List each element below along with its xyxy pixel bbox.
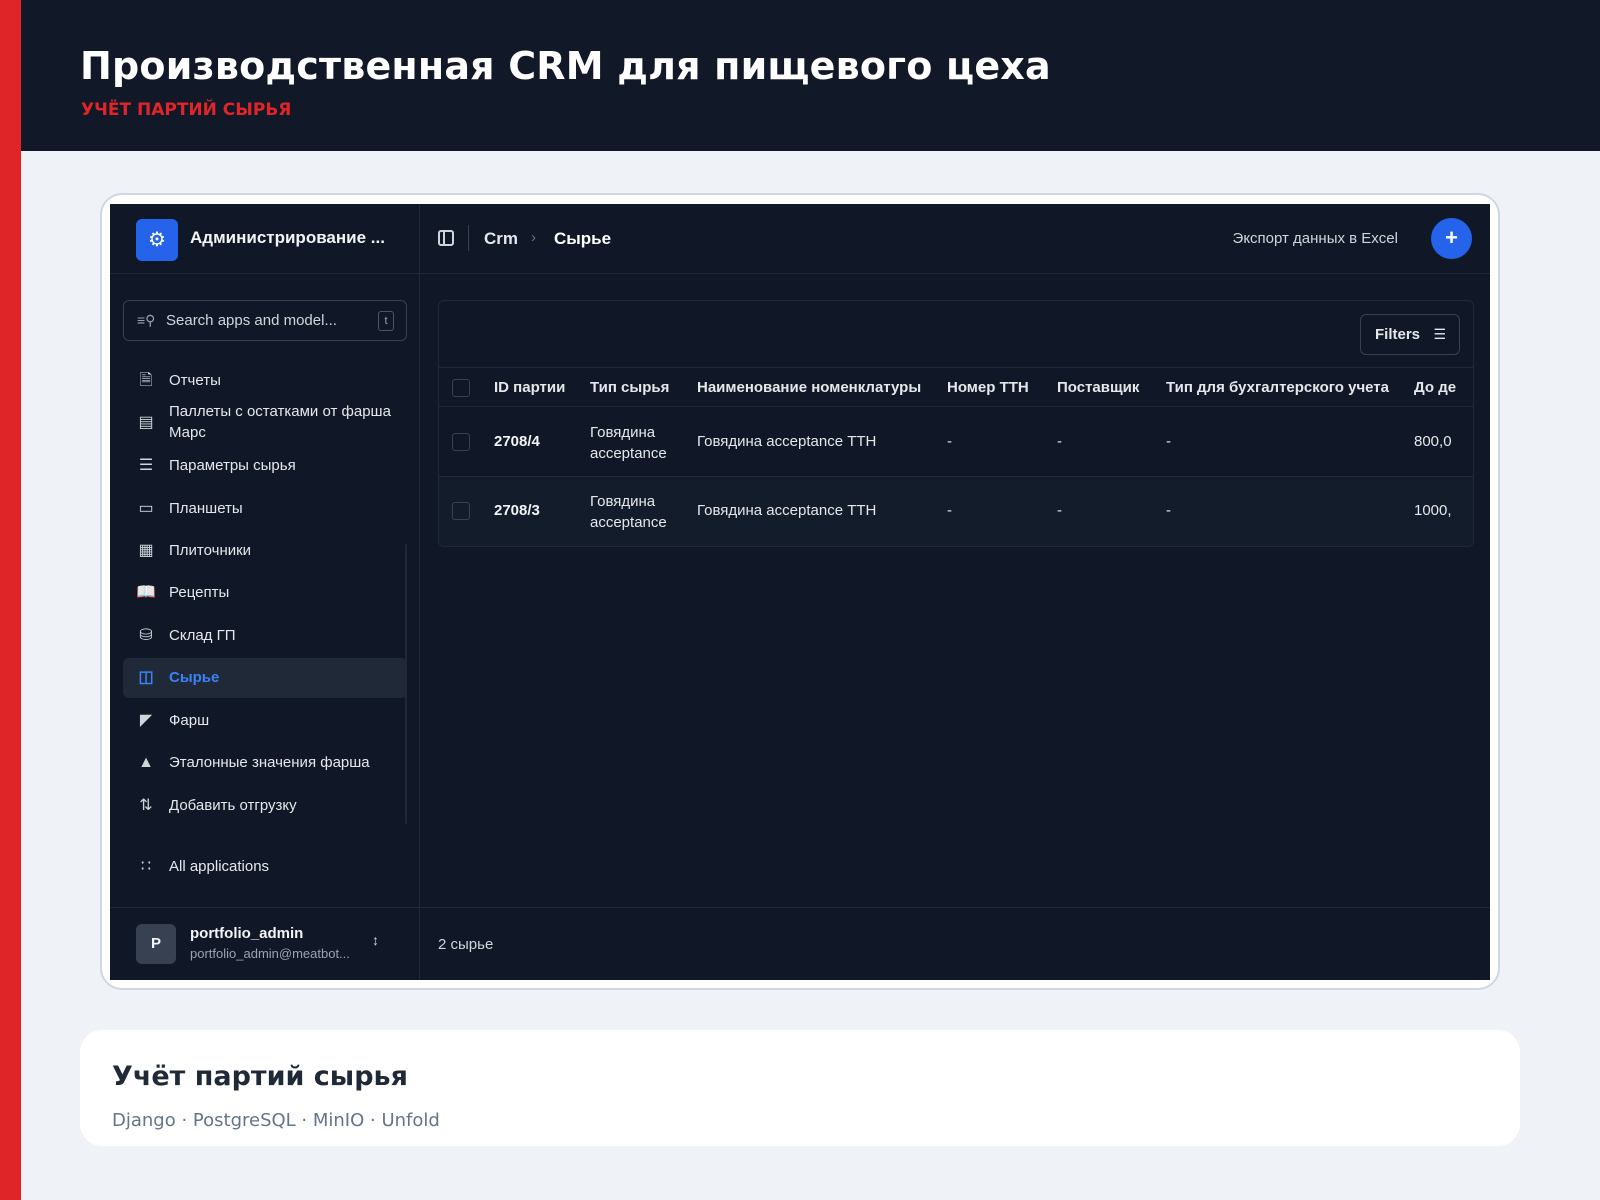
sidebar-item-all-applications[interactable]: ∷ All applications bbox=[123, 847, 407, 887]
brand-name: Администрирование ... bbox=[190, 228, 385, 247]
ttn-cell: - bbox=[947, 502, 952, 519]
sidebar-item-label: Фарш bbox=[169, 712, 210, 729]
select-all-checkbox[interactable] bbox=[452, 379, 470, 397]
grid-icon: ▦ bbox=[138, 542, 154, 559]
sidebar-toggle-icon[interactable] bbox=[438, 230, 454, 246]
breadcrumb-crm[interactable]: Crm bbox=[484, 229, 518, 249]
book-icon: 📖 bbox=[136, 584, 156, 601]
page-subtitle: УЧЁТ ПАРТИЙ СЫРЬЯ bbox=[81, 100, 292, 120]
sidebar-item-label: Рецепты bbox=[169, 584, 230, 601]
row-checkbox[interactable] bbox=[452, 502, 470, 520]
gear-icon: ⚙ bbox=[136, 219, 178, 261]
sidebar-item-raw-params[interactable]: ☰ Параметры сырья bbox=[123, 446, 407, 486]
user-email: portfolio_admin@meatbot... bbox=[190, 946, 350, 961]
column-header[interactable]: Номер ТТН bbox=[947, 379, 1029, 396]
sidebar-item-label: Паллеты с остатками от фарша Марс bbox=[169, 403, 391, 441]
pallet-icon: ▤ bbox=[138, 414, 154, 431]
sidebar-item-mince[interactable]: ◤ Фарш bbox=[123, 701, 407, 741]
accent-bar bbox=[0, 0, 21, 1200]
accounting-type-cell: - bbox=[1166, 433, 1171, 450]
chevron-up-down-icon: ↕ bbox=[372, 932, 379, 948]
sidebar-item-reports[interactable]: 🗎 Отчеты bbox=[123, 361, 407, 401]
sidebar: ⚙ Администрирование ... ≡⚲ Search apps a… bbox=[110, 204, 420, 980]
tablet-icon: ▭ bbox=[138, 500, 154, 517]
results-card: Filters ☰ ID партии Тип сырья Наименован… bbox=[438, 300, 1474, 547]
avatar: P bbox=[136, 924, 176, 964]
sidebar-scrollbar[interactable] bbox=[405, 544, 407, 824]
caption-title: Учёт партий сырья bbox=[112, 1061, 408, 1092]
search-icon: ≡⚲ bbox=[137, 312, 156, 328]
document-icon: 🗎 bbox=[139, 372, 153, 389]
add-button[interactable]: + bbox=[1431, 218, 1472, 259]
filters-label: Filters bbox=[1375, 326, 1421, 343]
sidebar-item-label: All applications bbox=[169, 858, 270, 875]
caption-card: Учёт партий сырья Django · PostgreSQL · … bbox=[80, 1030, 1520, 1146]
table-header: ID партии Тип сырья Наименование номенкл… bbox=[439, 367, 1473, 407]
page-title: Производственная CRM для пищевого цеха bbox=[80, 44, 1051, 88]
factory-icon: ◤ bbox=[139, 712, 153, 729]
sidebar-item-tilers[interactable]: ▦ Плиточники bbox=[123, 531, 407, 571]
sidebar-item-label: Сырье bbox=[169, 669, 220, 686]
table-row[interactable]: 2708/4 Говядина acceptance Говядина acce… bbox=[439, 408, 1473, 477]
topbar: Crm › Сырье Экспорт данных в Excel + bbox=[420, 204, 1490, 274]
results-footer: 2 сырье bbox=[420, 907, 1490, 980]
column-header[interactable]: Тип для бухгалтерского учета bbox=[1166, 379, 1389, 396]
sidebar-item-pallets[interactable]: ▤ Паллеты с остатками от фарша Марс bbox=[123, 401, 407, 445]
supplier-cell: - bbox=[1057, 433, 1062, 450]
chevron-right-icon: › bbox=[531, 229, 536, 246]
search-placeholder: Search apps and model... bbox=[166, 312, 337, 329]
extra-cell: 1000, bbox=[1414, 502, 1452, 519]
filters-button[interactable]: Filters ☰ bbox=[1360, 314, 1460, 355]
nomenclature-cell: Говядина acceptance ТТН bbox=[697, 433, 877, 450]
brand[interactable]: ⚙ Администрирование ... bbox=[110, 204, 420, 274]
accounting-type-cell: - bbox=[1166, 502, 1171, 519]
apps-grid-icon: ∷ bbox=[140, 858, 152, 875]
admin-app-window: ⚙ Администрирование ... ≡⚲ Search apps a… bbox=[110, 204, 1490, 980]
sidebar-item-label: Плиточники bbox=[169, 542, 252, 559]
extra-cell: 800,0 bbox=[1414, 433, 1452, 450]
tech-stack: Django · PostgreSQL · MinIO · Unfold bbox=[112, 1110, 440, 1131]
sidebar-item-warehouse[interactable]: ⛁ Склад ГП bbox=[123, 616, 407, 656]
sidebar-item-tablets[interactable]: ▭ Планшеты bbox=[123, 489, 407, 529]
row-checkbox[interactable] bbox=[452, 433, 470, 451]
table-row[interactable]: 2708/3 Говядина acceptance Говядина acce… bbox=[439, 477, 1473, 546]
column-header[interactable]: Наименование номенклатуры bbox=[697, 379, 921, 396]
sidebar-item-reference-values[interactable]: ▲ Эталонные значения фарша bbox=[123, 743, 407, 783]
batch-id-link[interactable]: 2708/4 bbox=[494, 433, 540, 450]
sidebar-item-label: Добавить отгрузку bbox=[169, 797, 297, 814]
batch-id-link[interactable]: 2708/3 bbox=[494, 502, 540, 519]
user-menu[interactable]: P portfolio_admin portfolio_admin@meatbo… bbox=[110, 907, 420, 980]
database-icon: ⛁ bbox=[139, 627, 153, 644]
results-count: 2 сырье bbox=[438, 936, 494, 953]
sidebar-item-label: Эталонные значения фарша bbox=[169, 754, 370, 771]
column-header[interactable]: До де bbox=[1414, 379, 1456, 396]
search-shortcut-key: t bbox=[378, 311, 394, 331]
column-header[interactable]: Тип сырья bbox=[590, 379, 669, 396]
sidebar-item-label: Склад ГП bbox=[169, 627, 236, 644]
sidebar-item-raw[interactable]: ◫ Сырье bbox=[123, 658, 407, 698]
column-header[interactable]: Поставщик bbox=[1057, 379, 1139, 396]
page-header: Производственная CRM для пищевого цеха У… bbox=[21, 0, 1600, 151]
archive-icon: ◫ bbox=[138, 669, 154, 686]
breadcrumb-current: Сырье bbox=[554, 229, 612, 248]
search-input[interactable]: ≡⚲ Search apps and model... t bbox=[123, 300, 407, 341]
column-header[interactable]: ID партии bbox=[494, 379, 565, 396]
filter-icon: ☰ bbox=[1433, 326, 1446, 342]
sort-icon: ⇅ bbox=[139, 797, 153, 814]
export-excel-link[interactable]: Экспорт данных в Excel bbox=[1233, 230, 1398, 247]
raw-type-cell: Говядина acceptance bbox=[590, 424, 667, 462]
sidebar-item-label: Параметры сырья bbox=[169, 457, 296, 474]
supplier-cell: - bbox=[1057, 502, 1062, 519]
breadcrumb-divider bbox=[468, 225, 469, 251]
user-name: portfolio_admin bbox=[190, 925, 304, 942]
sidebar-item-label: Отчеты bbox=[169, 372, 221, 389]
flask-icon: ▲ bbox=[138, 754, 154, 771]
sidebar-item-label: Планшеты bbox=[169, 500, 243, 517]
raw-type-cell: Говядина acceptance bbox=[590, 493, 667, 531]
ttn-cell: - bbox=[947, 433, 952, 450]
sidebar-item-recipes[interactable]: 📖 Рецепты bbox=[123, 573, 407, 613]
sliders-icon: ☰ bbox=[138, 457, 154, 474]
nomenclature-cell: Говядина acceptance ТТН bbox=[697, 502, 877, 519]
sidebar-item-add-shipment[interactable]: ⇅ Добавить отгрузку bbox=[123, 786, 407, 826]
